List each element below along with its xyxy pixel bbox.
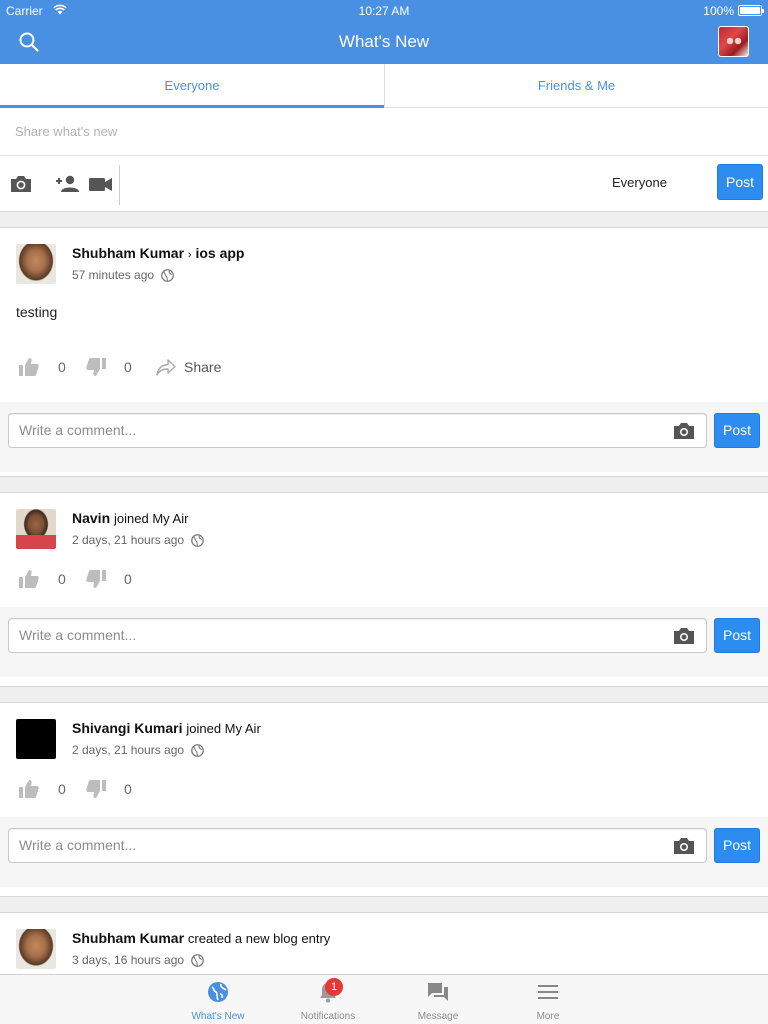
tab-label: Notifications (300, 1011, 356, 1022)
globe-icon (161, 269, 175, 282)
page-title: What's New (338, 32, 430, 51)
menu-icon (538, 985, 558, 999)
battery-percent: 100% (703, 4, 734, 18)
activity-text: joined My Air (114, 511, 189, 526)
camera-icon[interactable] (8, 173, 34, 195)
tag-friend-icon[interactable] (55, 173, 81, 195)
feed-item: Shivangi Kumari joined My Air 2 days, 21… (0, 702, 768, 897)
share-input[interactable] (0, 108, 768, 156)
tab-more[interactable]: More (503, 975, 593, 1024)
globe-icon (208, 982, 228, 1002)
bottom-tab-bar: What's New 1 Notifications Message More (0, 974, 768, 1024)
camera-icon[interactable] (673, 627, 695, 645)
feed-item: Shubham Kumar › ios app 57 minutes ago t… (0, 227, 768, 477)
comment-box (8, 413, 707, 448)
profile-avatar[interactable] (718, 26, 749, 57)
camera-icon[interactable] (673, 422, 695, 440)
clock: 10:27 AM (358, 4, 410, 18)
post-button[interactable]: Post (717, 164, 763, 200)
feed-item-header: Shivangi Kumari joined My Air (72, 720, 261, 736)
target-name[interactable]: ios app (195, 245, 244, 261)
tab-everyone[interactable]: Everyone (0, 64, 384, 108)
thumbs-up-icon[interactable] (18, 356, 40, 378)
tab-label: Message (417, 1011, 459, 1022)
comment-post-button[interactable]: Post (714, 413, 760, 448)
reactions-bar: 0 0 (16, 568, 156, 592)
thumbs-up-icon[interactable] (18, 778, 40, 800)
feed-item-header: Shubham Kumar created a new blog entry (72, 930, 330, 946)
nav-bar: What's New (0, 20, 768, 64)
comment-box (8, 618, 707, 653)
tab-message[interactable]: Message (393, 975, 483, 1024)
avatar[interactable] (16, 244, 56, 284)
composer-toolbar: Everyone Post (0, 157, 768, 212)
author-name[interactable]: Shubham Kumar (72, 245, 184, 261)
dislike-count: 0 (124, 359, 132, 375)
status-bar: Carrier 10:27 AM 100% (0, 0, 768, 20)
feed-item: Navin joined My Air 2 days, 21 hours ago… (0, 492, 768, 687)
comment-area: Post (0, 607, 768, 677)
thumbs-down-icon[interactable] (85, 778, 107, 800)
dislike-count: 0 (124, 571, 132, 587)
tab-label: What's New (191, 1011, 245, 1022)
privacy-selector[interactable]: Everyone (612, 175, 667, 190)
thumbs-down-icon[interactable] (85, 568, 107, 590)
globe-icon (191, 954, 205, 967)
avatar[interactable] (16, 719, 56, 759)
avatar[interactable] (16, 509, 56, 549)
battery-icon (738, 5, 764, 16)
comment-input[interactable] (19, 627, 659, 643)
timestamp: 2 days, 21 hours ago (72, 533, 205, 547)
reactions-bar: 0 0 Share (16, 356, 256, 380)
post-body: testing (16, 304, 58, 320)
dislike-count: 0 (124, 781, 132, 797)
avatar[interactable] (16, 929, 56, 969)
tab-friends-and-me[interactable]: Friends & Me (384, 64, 768, 108)
tab-whats-new[interactable]: What's New (173, 975, 263, 1024)
share-icon[interactable] (155, 356, 177, 378)
tab-notifications[interactable]: 1 Notifications (283, 975, 373, 1024)
thumbs-down-icon[interactable] (85, 356, 107, 378)
comment-area: Post (0, 402, 768, 472)
video-icon[interactable] (88, 173, 114, 195)
separator: › (187, 249, 192, 261)
activity-text: created a new blog entry (187, 931, 331, 946)
feed-item-header: Navin joined My Air (72, 510, 188, 526)
comment-post-button[interactable]: Post (714, 618, 760, 653)
feed-tabs: Everyone Friends & Me (0, 64, 768, 108)
like-count: 0 (58, 571, 66, 587)
timestamp: 57 minutes ago (72, 268, 175, 282)
like-count: 0 (58, 359, 66, 375)
comment-input[interactable] (19, 422, 659, 438)
timestamp-text: 2 days, 21 hours ago (72, 533, 185, 547)
feed-item-header: Shubham Kumar › ios app (72, 245, 244, 261)
status-composer: Everyone Post (0, 108, 768, 212)
chat-icon (428, 983, 448, 1001)
toolbar-divider (119, 165, 120, 205)
author-name[interactable]: Shivangi Kumari (72, 720, 182, 736)
author-name[interactable]: Navin (72, 510, 110, 526)
thumbs-up-icon[interactable] (18, 568, 40, 590)
timestamp: 2 days, 21 hours ago (72, 743, 205, 757)
globe-icon (191, 744, 205, 757)
share-button[interactable]: Share (184, 359, 221, 375)
globe-icon (191, 534, 205, 547)
camera-icon[interactable] (673, 837, 695, 855)
tab-label: More (536, 1011, 560, 1022)
comment-post-button[interactable]: Post (714, 828, 760, 863)
timestamp: 3 days, 16 hours ago (72, 953, 205, 967)
comment-input[interactable] (19, 837, 659, 853)
app-root: Carrier 10:27 AM 100% What's New Everyon… (0, 0, 768, 1024)
timestamp-text: 2 days, 21 hours ago (72, 743, 185, 757)
reactions-bar: 0 0 (16, 778, 156, 802)
author-name[interactable]: Shubham Kumar (72, 930, 184, 946)
timestamp-text: 3 days, 16 hours ago (72, 953, 185, 967)
activity-text: joined My Air (186, 721, 261, 736)
comment-area: Post (0, 817, 768, 887)
notification-badge: 1 (325, 978, 343, 996)
comment-box (8, 828, 707, 863)
timestamp-text: 57 minutes ago (72, 268, 155, 282)
like-count: 0 (58, 781, 66, 797)
